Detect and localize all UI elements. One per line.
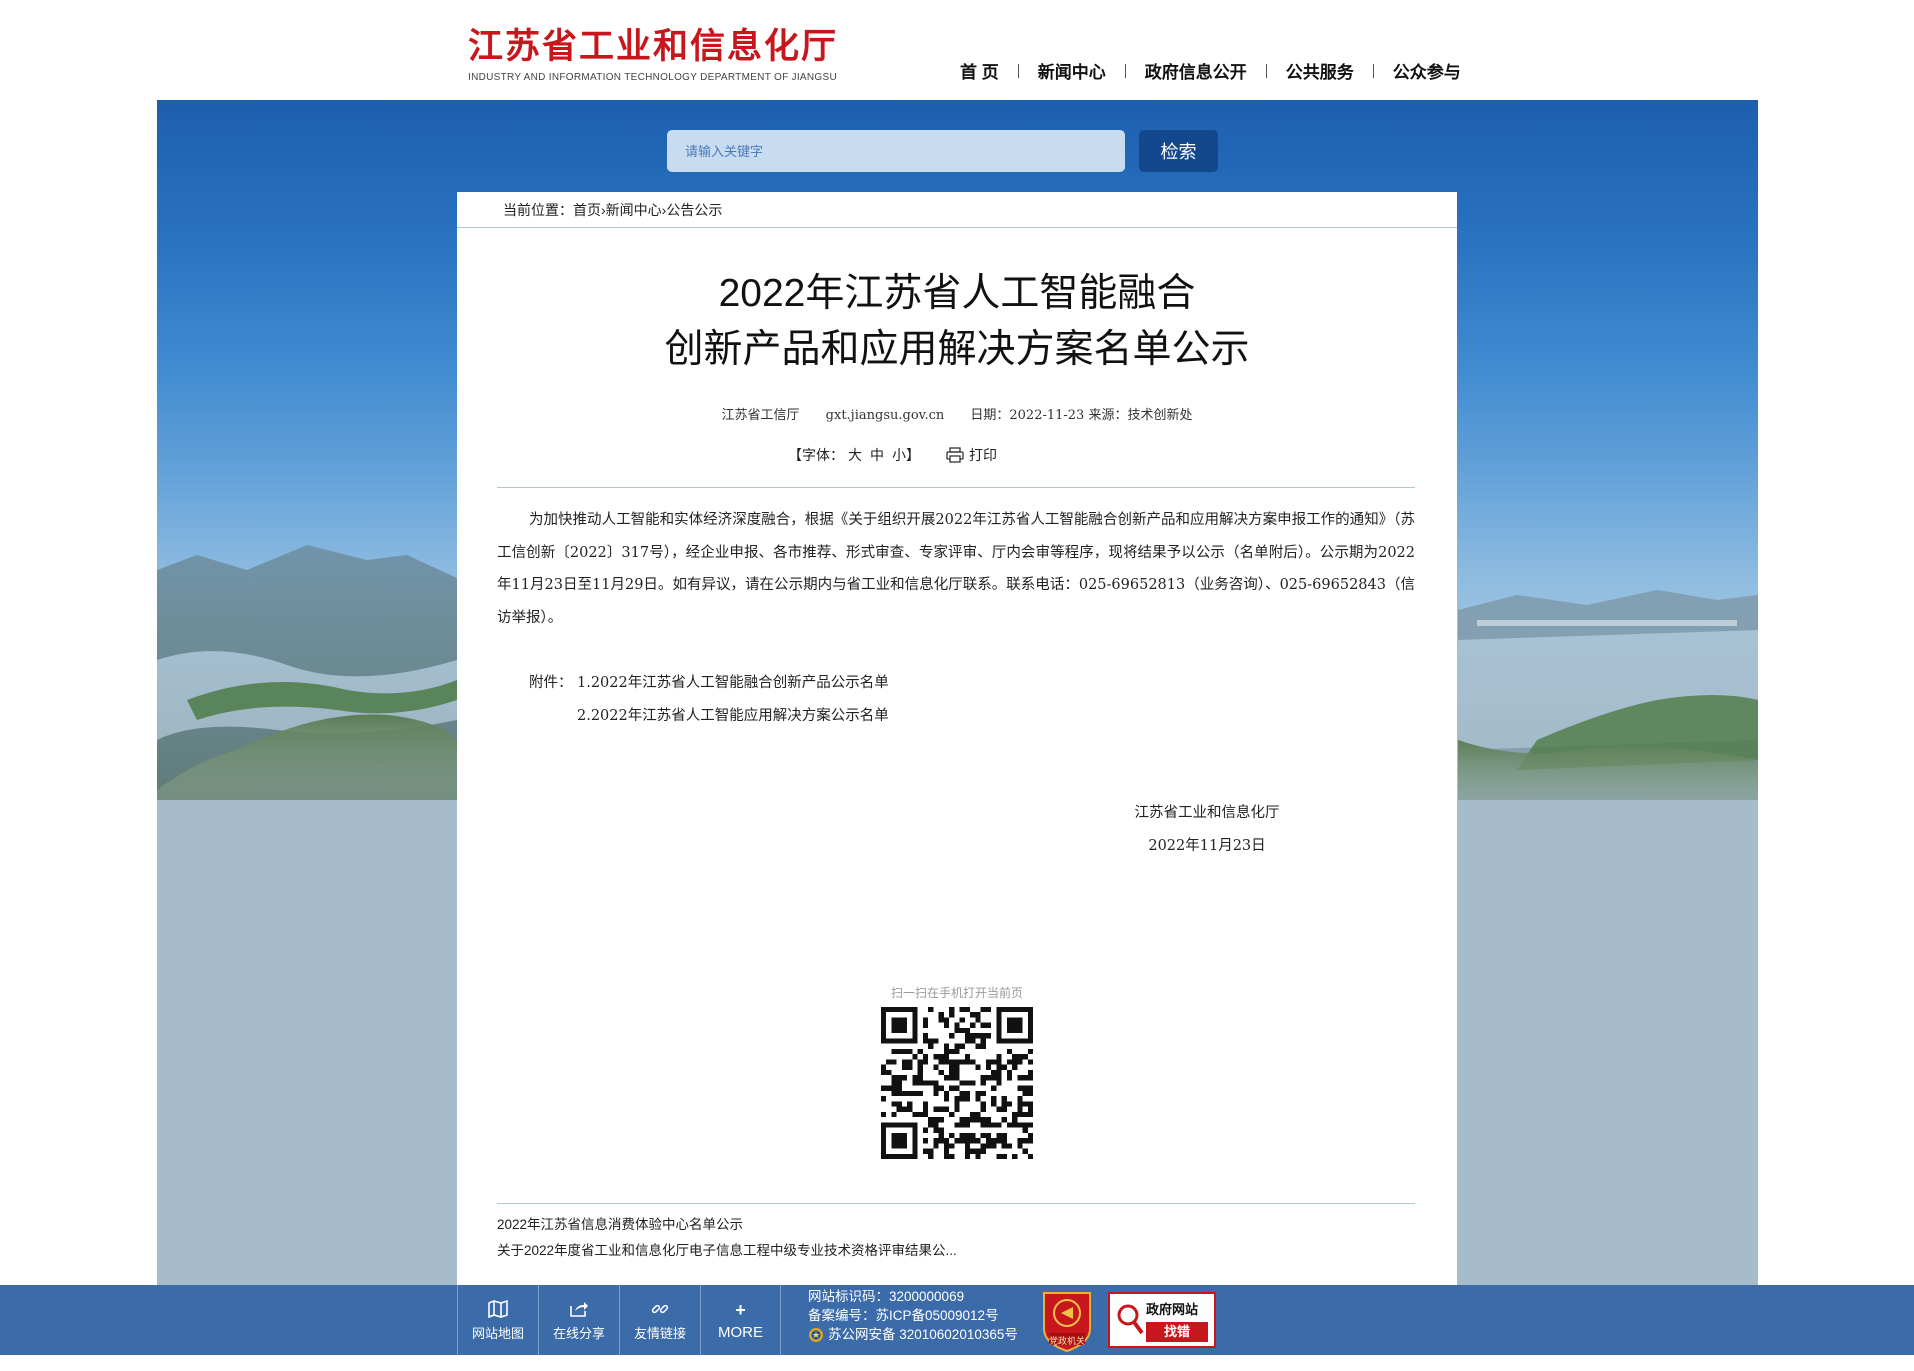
main-nav: 首 页 新闻中心 政府信息公开 公共服务 公众参与 xyxy=(960,58,1461,83)
qr-code xyxy=(881,1007,1033,1159)
map-icon xyxy=(488,1299,508,1318)
article-title-line1: 2022年江苏省人工智能融合 xyxy=(718,272,1196,315)
article-domain: gxt.jiangsu.gov.cn xyxy=(825,408,945,423)
nav-public-service[interactable]: 公共服务 xyxy=(1286,58,1354,83)
site-map-button[interactable]: 网站地图 xyxy=(457,1285,538,1355)
attachment-link[interactable]: 1.2022年江苏省人工智能融合创新产品公示名单 xyxy=(577,667,889,700)
font-size-large[interactable]: 大 xyxy=(848,445,862,465)
site-registration-info: 网站标识码：3200000069 备案编号：苏ICP备05009012号 苏公网… xyxy=(808,1287,1018,1344)
article-title: 2022年江苏省人工智能融合 创新产品和应用解决方案名单公示 xyxy=(457,266,1457,378)
font-size-small[interactable]: 小】 xyxy=(892,445,920,465)
links-button[interactable]: 友情链接 xyxy=(619,1285,700,1355)
police-badge-icon xyxy=(809,1327,823,1342)
party-gov-badge[interactable]: 党政机关 xyxy=(1040,1289,1094,1358)
error-report-label: 找错 xyxy=(1146,1322,1208,1342)
font-size-medium[interactable]: 中 xyxy=(870,445,884,465)
related-links: 2022年江苏省信息消费体验中心名单公示 关于2022年度省工业和信息化厅电子信… xyxy=(497,1212,957,1264)
related-link[interactable]: 2022年江苏省信息消费体验中心名单公示 xyxy=(497,1212,957,1238)
meta-divider xyxy=(497,487,1415,488)
magnifier-icon xyxy=(1117,1304,1144,1335)
breadcrumb-news[interactable]: 新闻中心 xyxy=(606,202,662,218)
nav-divider xyxy=(1124,63,1126,78)
article-date-source: 日期：2022-11-23 来源：技术创新处 xyxy=(970,408,1193,423)
printer-icon xyxy=(946,447,964,463)
article-meta: 江苏省工信厅 gxt.jiangsu.gov.cn 日期：2022-11-23 … xyxy=(457,404,1457,423)
site-footer: 网站地图 在线分享 友情链接 + MORE 网站标识码：3200000069 备… xyxy=(0,1285,1914,1355)
error-report-title: 政府网站 xyxy=(1146,1302,1199,1317)
print-button[interactable]: 打印 xyxy=(946,445,997,465)
nav-participation[interactable]: 公众参与 xyxy=(1393,58,1461,83)
site-id: 网站标识码：3200000069 xyxy=(808,1289,965,1304)
icp-number[interactable]: 备案编号：苏ICP备05009012号 xyxy=(808,1306,1018,1325)
search-button[interactable]: 检索 xyxy=(1139,130,1218,172)
article-tools: 【字体： 大 中 小】 打印 xyxy=(788,445,997,465)
attachments-label: 附件： xyxy=(529,675,573,691)
related-divider xyxy=(497,1203,1415,1204)
gov-site-error-report[interactable]: 政府网站 找错 xyxy=(1108,1292,1216,1348)
qr-label: 扫一扫在手机打开当前页 xyxy=(890,986,1023,1000)
nav-news[interactable]: 新闻中心 xyxy=(1038,58,1106,83)
logo-subtitle: INDUSTRY AND INFORMATION TECHNOLOGY DEPA… xyxy=(468,72,837,83)
more-label: MORE xyxy=(718,1323,763,1341)
site-header: 江苏省工业和信息化厅 INDUSTRY AND INFORMATION TECH… xyxy=(0,0,1914,100)
nav-divider xyxy=(1265,63,1267,78)
site-map-label: 网站地图 xyxy=(471,1325,524,1341)
site-logo[interactable]: 江苏省工业和信息化厅 INDUSTRY AND INFORMATION TECH… xyxy=(468,26,848,83)
article-body: 为加快推动人工智能和实体经济深度融合，根据《关于组织开展2022年江苏省人工智能… xyxy=(497,512,1415,626)
nav-home[interactable]: 首 页 xyxy=(960,58,999,83)
plus-icon: + xyxy=(735,1299,746,1320)
footer-buttons: 网站地图 在线分享 友情链接 + MORE xyxy=(457,1285,781,1355)
share-label: 在线分享 xyxy=(552,1325,605,1341)
article-title-line2: 创新产品和应用解决方案名单公示 xyxy=(664,328,1250,371)
signature-org: 江苏省工业和信息化厅 xyxy=(1134,805,1280,821)
related-link[interactable]: 关于2022年度省工业和信息化厅电子信息工程中级专业技术资格评审结果公... xyxy=(497,1238,957,1264)
font-size-label: 【字体： xyxy=(788,448,844,464)
search-input[interactable] xyxy=(667,130,1125,172)
nav-divider xyxy=(1372,63,1374,78)
share-icon xyxy=(570,1301,588,1317)
party-gov-text: 党政机关 xyxy=(1048,1336,1085,1346)
breadcrumb-notices[interactable]: 公告公示 xyxy=(666,202,722,218)
signature-block: 江苏省工业和信息化厅 2022年11月23日 xyxy=(1097,797,1317,863)
breadcrumb-home[interactable]: 首页 xyxy=(573,202,601,218)
nav-gov-info[interactable]: 政府信息公开 xyxy=(1145,58,1247,83)
attachment-link[interactable]: 2.2022年江苏省人工智能应用解决方案公示名单 xyxy=(577,700,889,733)
attachments: 附件： 1.2022年江苏省人工智能融合创新产品公示名单 2.2022年江苏省人… xyxy=(529,667,889,732)
print-label: 打印 xyxy=(969,448,997,464)
link-icon xyxy=(651,1304,669,1313)
article-panel: 当前位置：首页›新闻中心›公告公示 2022年江苏省人工智能融合 创新产品和应用… xyxy=(457,192,1457,1285)
breadcrumb: 当前位置：首页›新闻中心›公告公示 xyxy=(457,192,1457,228)
signature-date: 2022年11月23日 xyxy=(1148,838,1266,854)
police-record-text: 苏公网安备 32010602010365号 xyxy=(828,1327,1018,1342)
more-button[interactable]: + MORE xyxy=(700,1285,781,1355)
article-publisher: 江苏省工信厅 xyxy=(721,408,800,423)
breadcrumb-prefix: 当前位置： xyxy=(503,202,573,218)
police-record[interactable]: 苏公网安备 32010602010365号 xyxy=(808,1325,1018,1344)
nav-divider xyxy=(1017,63,1019,78)
share-button[interactable]: 在线分享 xyxy=(538,1285,619,1355)
links-label: 友情链接 xyxy=(633,1325,686,1341)
logo-title: 江苏省工业和信息化厅 xyxy=(468,26,839,67)
